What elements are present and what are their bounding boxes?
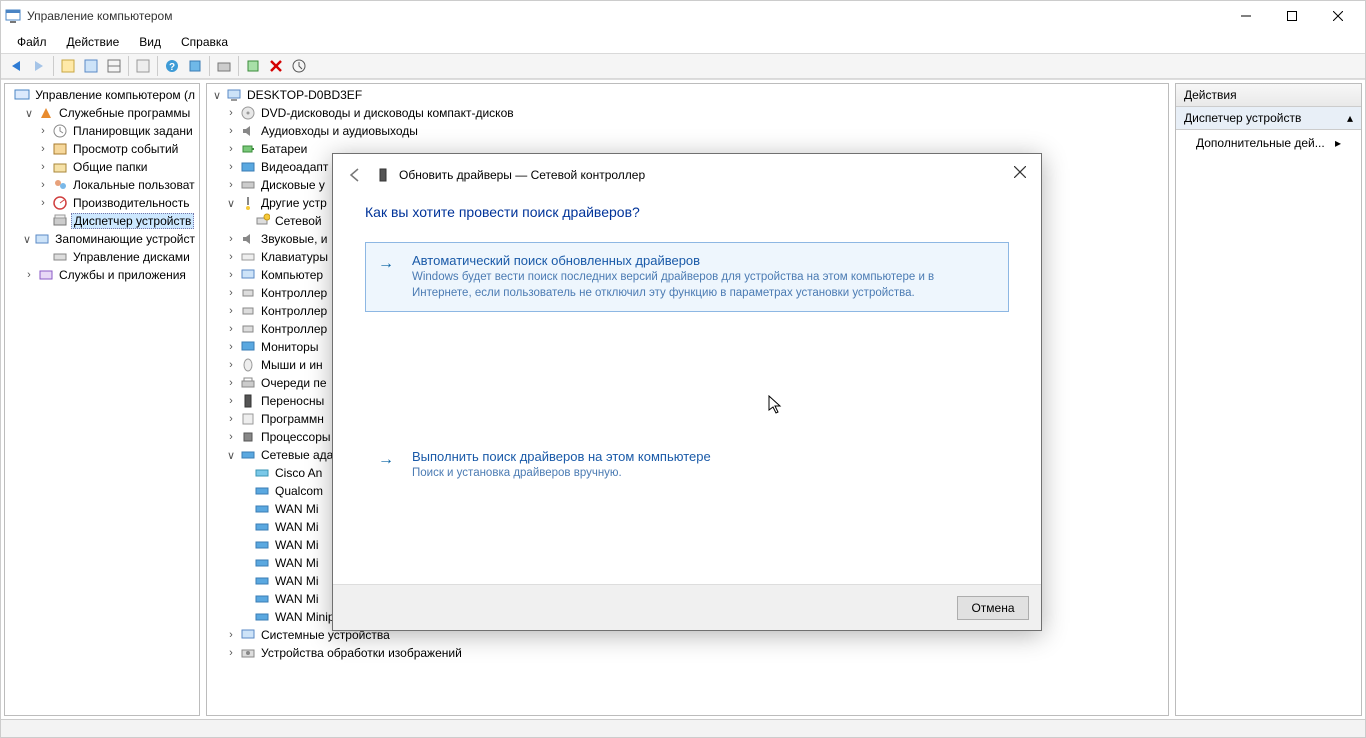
device-root[interactable]: ∨DESKTOP-D0BD3EF	[209, 86, 1168, 104]
option-auto-title: Автоматический поиск обновленных драйвер…	[412, 253, 996, 268]
cancel-button[interactable]: Отмена	[957, 596, 1029, 620]
option-auto-desc: Windows будет вести поиск последних верс…	[412, 270, 996, 301]
close-button[interactable]	[1315, 1, 1361, 31]
maximize-button[interactable]	[1269, 1, 1315, 31]
actions-more[interactable]: Дополнительные дей... ▸	[1176, 130, 1361, 156]
tree-device-manager[interactable]: Диспетчер устройств	[35, 212, 199, 230]
left-tree-pane: Управление компьютером (л ∨Служебные про…	[4, 83, 200, 716]
toolbar-btn-8[interactable]	[242, 55, 264, 77]
option-local-title: Выполнить поиск драйверов на этом компью…	[412, 449, 996, 464]
toolbar-btn-4[interactable]	[132, 55, 154, 77]
device-dvd[interactable]: ›DVD-дисководы и дисководы компакт-диско…	[223, 104, 1168, 122]
collapse-icon: ▴	[1347, 111, 1353, 125]
chevron-right-icon: ▸	[1335, 136, 1341, 150]
statusbar	[1, 719, 1365, 737]
device-icon	[375, 167, 391, 183]
dialog-title: Обновить драйверы — Сетевой контроллер	[399, 168, 645, 182]
toolbar-btn-3[interactable]	[103, 55, 125, 77]
option-auto-search[interactable]: → Автоматический поиск обновленных драйв…	[365, 242, 1009, 312]
tree-services[interactable]: ›Службы и приложения	[21, 266, 199, 284]
toolbar-btn-2[interactable]	[80, 55, 102, 77]
menu-view[interactable]: Вид	[129, 33, 171, 51]
actions-pane: Действия Диспетчер устройств ▴ Дополните…	[1175, 83, 1362, 716]
actions-sub-header[interactable]: Диспетчер устройств ▴	[1176, 107, 1361, 130]
arrow-right-icon: →	[378, 255, 394, 273]
tree-storage[interactable]: ∨Запоминающие устройст	[21, 230, 199, 248]
tree-disk-management[interactable]: Управление дисками	[35, 248, 199, 266]
app-icon	[5, 8, 21, 24]
tree-root[interactable]: Управление компьютером (л	[7, 86, 199, 104]
option-local-search[interactable]: → Выполнить поиск драйверов на этом комп…	[365, 438, 1009, 493]
toolbar-help-icon[interactable]: ?	[161, 55, 183, 77]
tree-event-viewer[interactable]: ›Просмотр событий	[35, 140, 199, 158]
svg-text:?: ?	[169, 62, 175, 73]
option-local-desc: Поиск и установка драйверов вручную.	[412, 466, 996, 482]
toolbar-delete-icon[interactable]	[265, 55, 287, 77]
tree-system-tools[interactable]: ∨Служебные программы	[21, 104, 199, 122]
menu-help[interactable]: Справка	[171, 33, 238, 51]
device-audio[interactable]: ›Аудиовходы и аудиовыходы	[223, 122, 1168, 140]
toolbar-forward-icon[interactable]	[28, 55, 50, 77]
menu-action[interactable]: Действие	[57, 33, 130, 51]
actions-header: Действия	[1176, 84, 1361, 107]
tree-scheduler[interactable]: ›Планировщик задани	[35, 122, 199, 140]
toolbar-btn-10[interactable]	[288, 55, 310, 77]
window-title: Управление компьютером	[27, 9, 1223, 23]
menubar: Файл Действие Вид Справка	[1, 31, 1365, 53]
tree-local-users[interactable]: ›Локальные пользоват	[35, 176, 199, 194]
actions-sub-label: Диспетчер устройств	[1184, 111, 1301, 125]
dialog-question: Как вы хотите провести поиск драйверов?	[365, 204, 1009, 220]
toolbar-btn-6[interactable]	[184, 55, 206, 77]
actions-more-label: Дополнительные дей...	[1196, 136, 1325, 150]
tree-performance[interactable]: ›Производительность	[35, 194, 199, 212]
toolbar-btn-1[interactable]	[57, 55, 79, 77]
dialog-close-button[interactable]	[1005, 160, 1035, 184]
toolbar: ?	[1, 53, 1365, 79]
arrow-right-icon: →	[378, 451, 394, 469]
dialog-back-button[interactable]	[343, 163, 367, 187]
update-driver-dialog: Обновить драйверы — Сетевой контроллер К…	[332, 153, 1042, 631]
toolbar-btn-7[interactable]	[213, 55, 235, 77]
device-imaging[interactable]: ›Устройства обработки изображений	[223, 644, 1168, 662]
menu-file[interactable]: Файл	[7, 33, 57, 51]
tree-shared-folders[interactable]: ›Общие папки	[35, 158, 199, 176]
toolbar-back-icon[interactable]	[5, 55, 27, 77]
minimize-button[interactable]	[1223, 1, 1269, 31]
